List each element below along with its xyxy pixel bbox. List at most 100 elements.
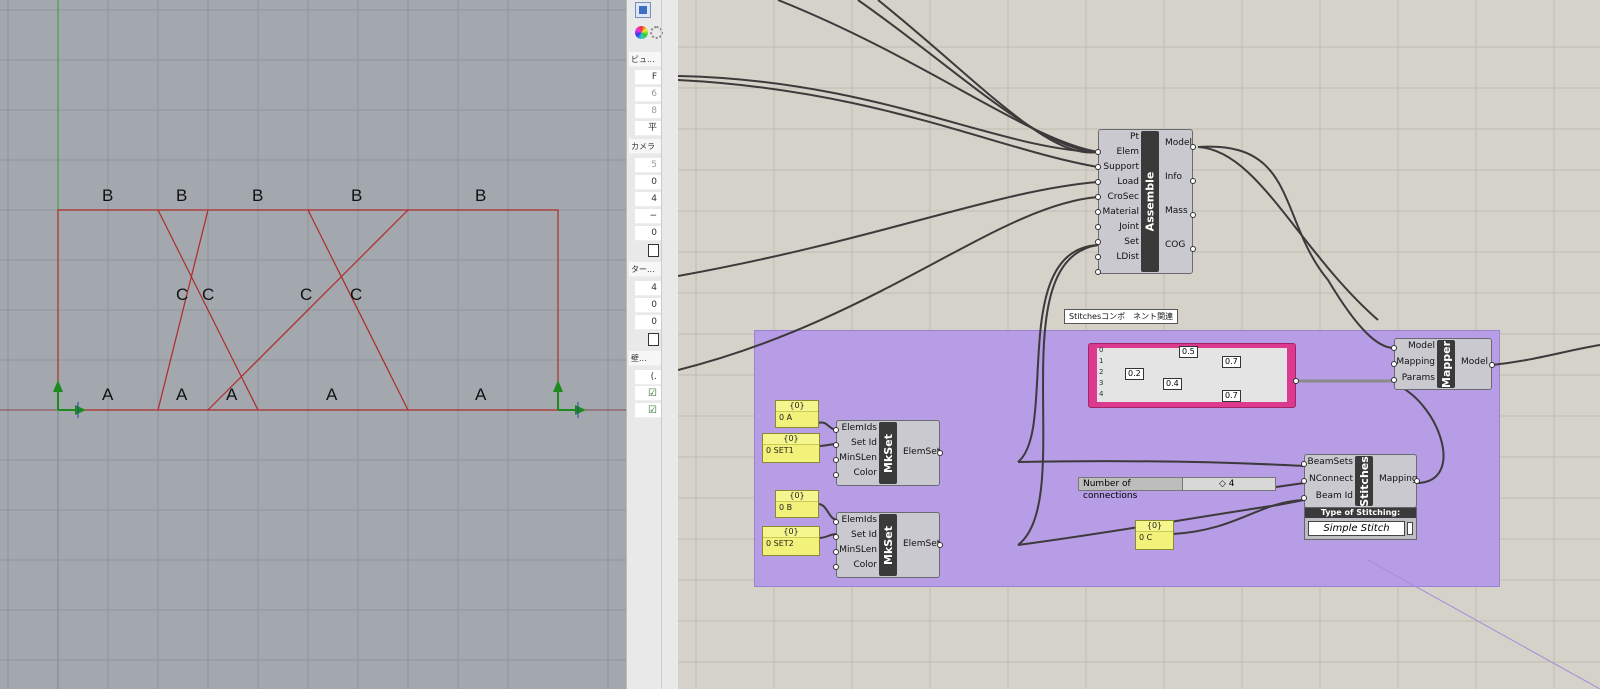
graph-value[interactable]: 0.2	[1125, 368, 1144, 380]
assemble-input[interactable]: Load	[1099, 175, 1139, 190]
panel-c[interactable]: {0} 0 C	[1135, 520, 1174, 550]
assemble-component[interactable]: Pt Elem Support Load CroSec Material Joi…	[1098, 129, 1193, 274]
assemble-input[interactable]: LDist	[1099, 250, 1139, 265]
output-grip[interactable]	[1190, 144, 1196, 150]
mapper-input[interactable]: Mapping	[1395, 355, 1435, 370]
target-value-1[interactable]: 4	[635, 281, 661, 296]
camera-value-5[interactable]: 0	[635, 226, 661, 241]
output-grip[interactable]	[1190, 212, 1196, 218]
output-grip[interactable]	[1293, 378, 1299, 384]
stitches-input[interactable]: BeamSets	[1305, 455, 1353, 470]
mapper-component[interactable]: Model Mapping Params Mapper Model	[1394, 338, 1492, 390]
view-value-4[interactable]: 平	[635, 121, 661, 136]
input-grip[interactable]	[1301, 478, 1307, 484]
graph-mapper[interactable]: 0 1 2 3 4 0.5 0.7 0.2 0.4 0.7	[1088, 343, 1296, 408]
input-grip[interactable]	[1095, 149, 1101, 155]
input-grip[interactable]	[833, 534, 839, 540]
input-grip[interactable]	[1095, 239, 1101, 245]
input-grip[interactable]	[1301, 495, 1307, 501]
input-grip[interactable]	[833, 519, 839, 525]
camera-value-4[interactable]: −	[635, 209, 661, 224]
assemble-input[interactable]: Set	[1099, 235, 1139, 250]
input-grip[interactable]	[833, 472, 839, 478]
graph-value[interactable]: 0.7	[1222, 356, 1241, 368]
input-grip[interactable]	[1391, 345, 1397, 351]
output-grip[interactable]	[1190, 178, 1196, 184]
assemble-output[interactable]: COG	[1159, 238, 1192, 253]
output-grip[interactable]	[1489, 362, 1495, 368]
assemble-input[interactable]: Support	[1099, 160, 1139, 175]
mkset1-input[interactable]: MinSLen	[837, 451, 877, 466]
stitches-output[interactable]: Mapping	[1373, 472, 1418, 487]
input-grip[interactable]	[833, 427, 839, 433]
mkset1-output[interactable]: ElemSet	[897, 445, 940, 460]
panel-a[interactable]: {0} 0 A	[775, 400, 819, 428]
mkset1-input[interactable]: Set Id	[837, 436, 877, 451]
stitches-component[interactable]: BeamSets NConnect Beam Id Stitches Mappi…	[1304, 454, 1418, 508]
stitches-input[interactable]: Beam Id	[1305, 489, 1353, 504]
mkset2-input[interactable]: Set Id	[837, 528, 877, 543]
assemble-input[interactable]: Elem	[1099, 145, 1140, 160]
camera-value-1[interactable]: 5	[635, 158, 661, 173]
wallpaper-value[interactable]: (.	[635, 370, 661, 385]
graph-value[interactable]: 0.4	[1163, 378, 1182, 390]
wallpaper-checkbox-2[interactable]: ☑	[635, 403, 661, 418]
input-grip[interactable]	[1391, 377, 1397, 383]
output-grip[interactable]	[1414, 478, 1420, 484]
panel-b[interactable]: {0} 0 B	[775, 490, 819, 518]
pick-button-icon[interactable]	[648, 244, 659, 257]
output-grip[interactable]	[937, 450, 943, 456]
input-grip[interactable]	[833, 549, 839, 555]
wallpaper-checkbox-1[interactable]: ☑	[635, 386, 661, 401]
input-grip[interactable]	[833, 457, 839, 463]
assemble-input[interactable]: CroSec	[1099, 190, 1140, 205]
graph-value[interactable]: 0.7	[1222, 390, 1241, 402]
input-grip[interactable]	[1095, 269, 1101, 275]
stitching-type-value[interactable]: Simple Stitch	[1308, 521, 1405, 536]
graph-value[interactable]: 0.5	[1179, 346, 1198, 358]
stitching-type-selector[interactable]: Type of Stitching: Simple Stitch	[1304, 507, 1417, 540]
input-grip[interactable]	[1095, 209, 1101, 215]
assemble-input[interactable]: Joint	[1099, 220, 1139, 235]
assemble-output[interactable]: Model	[1159, 136, 1192, 151]
mkset1-input[interactable]: Color	[837, 466, 878, 481]
assemble-output[interactable]: Info	[1159, 170, 1192, 185]
camera-value-3[interactable]: 4	[635, 192, 661, 207]
input-grip[interactable]	[1301, 461, 1307, 467]
output-grip[interactable]	[937, 542, 943, 548]
mkset2-input[interactable]: MinSLen	[837, 543, 877, 558]
input-grip[interactable]	[1095, 224, 1101, 230]
stitching-type-scroll[interactable]	[1407, 522, 1413, 535]
input-grip[interactable]	[1391, 361, 1397, 367]
input-grip[interactable]	[1095, 254, 1101, 260]
color-wheel-icon[interactable]	[635, 26, 648, 39]
view-value-1[interactable]: F	[635, 70, 661, 85]
mkset-component-1[interactable]: ElemIds Set Id MinSLen Color MkSet ElemS…	[836, 420, 940, 486]
output-grip[interactable]	[1190, 246, 1196, 252]
view-value-2[interactable]: 6	[635, 87, 661, 102]
mkset1-input[interactable]: ElemIds	[837, 421, 877, 436]
graph-mapper-area[interactable]: 0 1 2 3 4 0.5 0.7 0.2 0.4 0.7	[1097, 346, 1287, 402]
mapper-input[interactable]: Model	[1395, 339, 1435, 354]
assemble-input[interactable]: Pt	[1099, 130, 1139, 145]
connections-slider[interactable]: Number of connections ◇ 4	[1078, 477, 1276, 501]
pick-target-icon[interactable]	[648, 333, 659, 346]
target-value-3[interactable]: 0	[635, 315, 661, 330]
view-value-3[interactable]: 8	[635, 104, 661, 119]
rhino-viewport[interactable]: B B B B B C C C C A A A A A	[0, 0, 626, 689]
mkset2-output[interactable]: ElemSet	[897, 537, 940, 552]
stitches-input[interactable]: NConnect	[1305, 472, 1353, 487]
input-grip[interactable]	[1095, 164, 1101, 170]
mapper-output[interactable]: Model	[1455, 355, 1491, 370]
panel-set2[interactable]: {0} 0 SET2	[762, 526, 820, 556]
grasshopper-canvas[interactable]: Pt Elem Support Load CroSec Material Joi…	[678, 0, 1600, 689]
mkset2-input[interactable]: Color	[837, 558, 878, 573]
panel-set1[interactable]: {0} 0 SET1	[762, 433, 820, 463]
slider-value[interactable]: ◇ 4	[1219, 478, 1235, 490]
input-grip[interactable]	[833, 564, 839, 570]
input-grip[interactable]	[1095, 194, 1101, 200]
camera-value-2[interactable]: 0	[635, 175, 661, 190]
assemble-input[interactable]: Material	[1099, 205, 1139, 220]
input-grip[interactable]	[1095, 179, 1101, 185]
mkset2-input[interactable]: ElemIds	[837, 513, 877, 528]
